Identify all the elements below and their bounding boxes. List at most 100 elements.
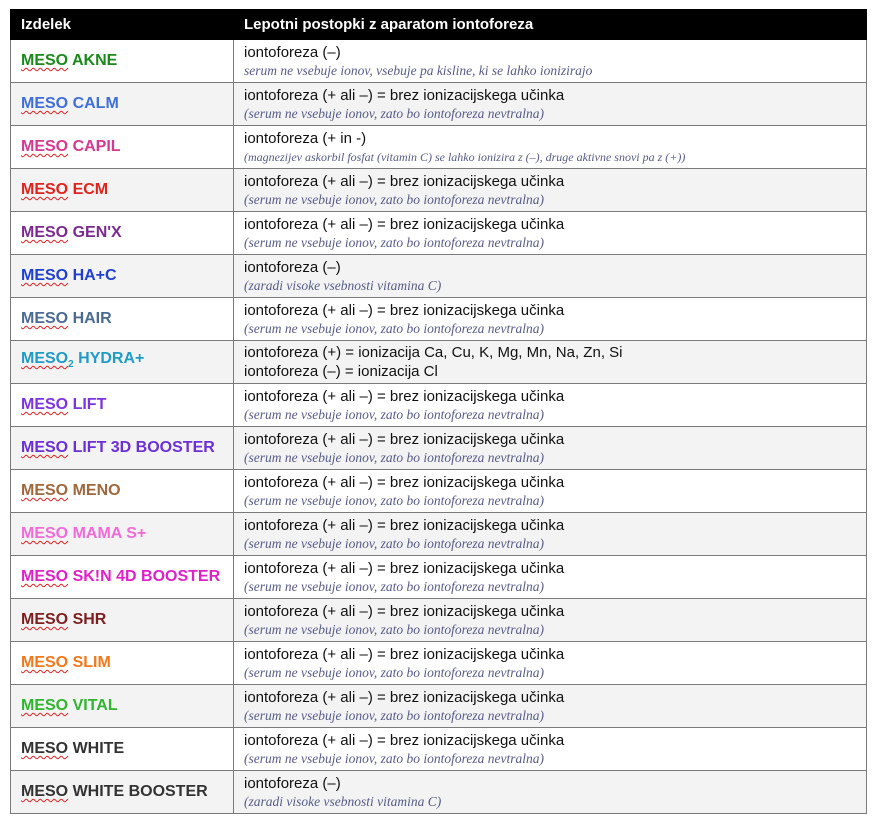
product-name: MESO MAMA S+ <box>21 524 223 544</box>
product-cell: MESO CAPIL <box>10 125 234 169</box>
product-cell: MESO SLIM <box>10 641 234 685</box>
product-cell: MESO VITAL <box>10 684 234 728</box>
table-row: MESO WHITE BOOSTER iontoforeza (–) (zaradi… <box>10 770 867 814</box>
product-name: MESO CAPIL <box>21 137 223 157</box>
product-name: MESO SK!N 4D BOOSTER <box>21 567 223 587</box>
procedure-cell: iontoforeza (+ ali –) = brez ionizacijsk… <box>233 555 867 599</box>
product-prefix: MESO <box>21 482 69 499</box>
procedure-line: iontoforeza (+ ali –) = brez ionizacijsk… <box>244 731 565 749</box>
product-prefix: MESO <box>21 525 69 542</box>
product-cell: MESO HAIR <box>10 297 234 341</box>
procedure-cell: iontoforeza (+ ali –) = brez ionizacijsk… <box>233 168 867 212</box>
procedure-note: (serum ne vsebuje ionov, zato bo iontofo… <box>244 449 544 465</box>
procedure-line: iontoforeza (+ ali –) = brez ionizacijsk… <box>244 215 565 233</box>
product-prefix: MESO <box>21 654 69 671</box>
product-cell: MESO MENO <box>10 469 234 513</box>
product-table: Izdelek Lepotni postopki z aparatom iont… <box>10 9 867 814</box>
table-row: MESO SLIM iontoforeza (+ ali –) = brez io… <box>10 641 867 685</box>
procedure-note: (serum ne vsebuje ionov, zato bo iontofo… <box>244 320 544 336</box>
table-row: MESO ECM iontoforeza (+ ali –) = brez ion… <box>10 168 867 212</box>
product-suffix: AKNE <box>68 52 118 69</box>
product-prefix: MESO <box>21 568 69 585</box>
product-prefix: MESO <box>21 349 69 367</box>
procedure-note: (zaradi visoke vsebnosti vitamina C) <box>244 277 442 293</box>
product-suffix: SLIM <box>68 654 111 671</box>
header-procedures: Lepotni postopki z aparatom iontoforeza <box>233 9 867 40</box>
product-prefix: MESO <box>21 697 69 714</box>
procedure-cell: iontoforeza (+ ali –) = brez ionizacijsk… <box>233 684 867 728</box>
procedure-note: (serum ne vsebuje ionov, zato bo iontofo… <box>244 191 544 207</box>
procedure-note: (serum ne vsebuje ionov, zato bo iontofo… <box>244 664 544 680</box>
product-cell: MESO SHR <box>10 598 234 642</box>
table-header-row: Izdelek Lepotni postopki z aparatom iont… <box>10 9 867 40</box>
procedure-cell: iontoforeza (+ ali –) = brez ionizacijsk… <box>233 383 867 427</box>
product-prefix: MESO <box>21 267 69 284</box>
table-row: MESO VITAL iontoforeza (+ ali –) = brez i… <box>10 684 867 728</box>
product-suffix: HYDRA+ <box>73 349 145 367</box>
procedure-line: iontoforeza (+ ali –) = brez ionizacijsk… <box>244 645 565 663</box>
table-row: MESO SK!N 4D BOOSTER iontoforeza (+ ali –… <box>10 555 867 599</box>
procedure-cell: iontoforeza (+ ali –) = brez ionizacijsk… <box>233 598 867 642</box>
procedure-line: iontoforeza (+ ali –) = brez ionizacijsk… <box>244 86 565 104</box>
procedure-cell: iontoforeza (+ ali –) = brez ionizacijsk… <box>233 641 867 685</box>
procedure-line: iontoforeza (+ ali –) = brez ionizacijsk… <box>244 301 565 319</box>
product-suffix: CAPIL <box>68 138 121 155</box>
product-cell: MESO2 HYDRA+ <box>10 340 234 384</box>
product-prefix: MESO <box>21 181 69 198</box>
procedure-cell: iontoforeza (+ ali –) = brez ionizacijsk… <box>233 727 867 771</box>
procedure-line: iontoforeza (–) <box>244 258 341 276</box>
procedure-cell: iontoforeza (+ in -) (magnezijev askorbil… <box>233 125 867 169</box>
product-name: MESO2 HYDRA+ <box>21 349 223 375</box>
product-name: MESO SLIM <box>21 653 223 673</box>
procedure-line: iontoforeza (+ ali –) = brez ionizacijsk… <box>244 602 565 620</box>
procedure-cell: iontoforeza (+ ali –) = brez ionizacijsk… <box>233 211 867 255</box>
product-name: MESO CALM <box>21 94 223 114</box>
product-prefix: MESO <box>21 310 69 327</box>
procedure-note: (serum ne vsebuje ionov, zato bo iontofo… <box>244 406 544 422</box>
procedure-note: (serum ne vsebuje ionov, zato bo iontofo… <box>244 621 544 637</box>
procedure-line: iontoforeza (–) = ionizacija Cl <box>244 363 438 380</box>
procedure-cell: iontoforeza (–) serum ne vsebuje ionov, v… <box>233 39 867 83</box>
product-suffix: WHITE <box>68 740 125 757</box>
product-suffix: GEN'X <box>68 224 122 241</box>
procedure-line: iontoforeza (–) <box>244 43 341 61</box>
product-prefix: MESO <box>21 95 69 112</box>
product-suffix: LIFT 3D BOOSTER <box>68 439 215 456</box>
product-prefix: MESO <box>21 740 69 757</box>
table-row: MESO MENO iontoforeza (+ ali –) = brez io… <box>10 469 867 513</box>
product-suffix: MAMA S+ <box>68 525 147 542</box>
product-cell: MESO AKNE <box>10 39 234 83</box>
product-suffix: VITAL <box>68 697 118 714</box>
product-name: MESO MENO <box>21 481 223 501</box>
product-name: MESO HA+C <box>21 266 223 286</box>
product-prefix: MESO <box>21 52 69 69</box>
product-suffix: CALM <box>68 95 119 112</box>
product-suffix: LIFT <box>68 396 107 413</box>
product-cell: MESO ECM <box>10 168 234 212</box>
product-cell: MESO WHITE BOOSTER <box>10 770 234 814</box>
product-prefix: MESO <box>21 439 69 456</box>
procedure-note: (magnezijev askorbil fosfat (vitamin C) … <box>244 149 686 164</box>
table-row: MESO CAPIL iontoforeza (+ in -) (magnezije… <box>10 125 867 169</box>
product-cell: MESO HA+C <box>10 254 234 298</box>
table-row: MESO WHITE iontoforeza (+ ali –) = brez i… <box>10 727 867 771</box>
product-name: MESO LIFT 3D BOOSTER <box>21 438 223 458</box>
procedure-line: iontoforeza (+ ali –) = brez ionizacijsk… <box>244 516 565 534</box>
table-row: MESO AKNE iontoforeza (–) serum ne vsebuje… <box>10 39 867 83</box>
product-prefix: MESO <box>21 396 69 413</box>
product-suffix: SHR <box>68 611 107 628</box>
procedure-cell: iontoforeza (+ ali –) = brez ionizacijsk… <box>233 297 867 341</box>
procedure-cell: iontoforeza (+) = ionizacija Ca, Cu, K, … <box>233 340 867 384</box>
procedure-cell: iontoforeza (–) (zaradi visoke vsebnosti … <box>233 770 867 814</box>
procedure-cell: iontoforeza (–) (zaradi visoke vsebnosti … <box>233 254 867 298</box>
procedure-line: iontoforeza (+ ali –) = brez ionizacijsk… <box>244 473 565 491</box>
product-name: MESO WHITE <box>21 739 223 759</box>
product-suffix: WHITE BOOSTER <box>68 783 208 800</box>
product-prefix: MESO <box>21 138 69 155</box>
procedure-note: (serum ne vsebuje ionov, zato bo iontofo… <box>244 535 544 551</box>
procedure-line: iontoforeza (+ ali –) = brez ionizacijsk… <box>244 387 565 405</box>
product-suffix: ECM <box>68 181 109 198</box>
product-cell: MESO CALM <box>10 82 234 126</box>
product-cell: MESO MAMA S+ <box>10 512 234 556</box>
product-suffix: MENO <box>68 482 121 499</box>
